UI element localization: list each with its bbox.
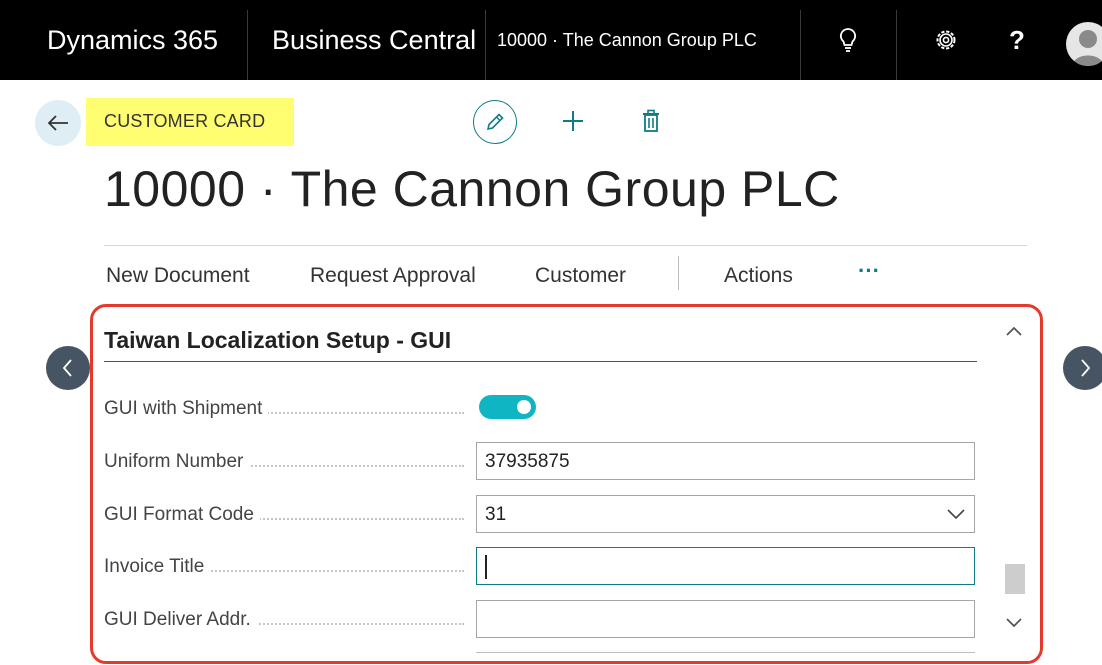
gui-format-code-select[interactable]: 31 xyxy=(476,495,975,533)
chevron-down-icon xyxy=(947,509,965,520)
new-button[interactable] xyxy=(558,106,588,136)
user-icon[interactable] xyxy=(1066,22,1102,66)
top-bar: Dynamics 365 Business Central 10000 · Th… xyxy=(0,0,1102,80)
uniform-number-label: Uniform Number xyxy=(104,451,464,473)
divider xyxy=(678,256,679,290)
lightbulb-icon[interactable] xyxy=(833,0,863,80)
chevron-up-icon xyxy=(1006,326,1022,336)
chevron-right-icon xyxy=(1081,359,1091,377)
page-title: 10000 · The Cannon Group PLC xyxy=(104,161,840,217)
divider xyxy=(800,10,801,80)
plus-icon xyxy=(563,111,583,131)
edit-button[interactable] xyxy=(473,100,517,144)
fasttab-title[interactable]: Taiwan Localization Setup - GUI xyxy=(104,327,451,354)
scrollbar-thumb[interactable] xyxy=(1005,564,1025,594)
next-record-button[interactable] xyxy=(1063,346,1102,390)
chevron-down-icon xyxy=(1006,618,1022,628)
back-button[interactable] xyxy=(35,100,81,146)
gui-format-code-value: 31 xyxy=(485,504,507,525)
scroll-down-button[interactable] xyxy=(1003,612,1025,634)
divider xyxy=(476,652,975,653)
chevron-left-icon xyxy=(62,359,72,377)
previous-record-button[interactable] xyxy=(46,346,90,390)
uniform-number-input[interactable]: 37935875 xyxy=(476,442,975,480)
delete-button[interactable] xyxy=(636,106,666,136)
action-customer[interactable]: Customer xyxy=(535,264,626,288)
company-record[interactable]: 10000 · The Cannon Group PLC xyxy=(497,0,757,80)
gui-deliver-addr-input[interactable] xyxy=(476,600,975,638)
trash-icon xyxy=(643,109,659,132)
pencil-icon xyxy=(486,113,504,131)
divider xyxy=(104,361,977,362)
action-actions[interactable]: Actions xyxy=(724,264,793,288)
arrow-left-icon xyxy=(47,115,68,131)
text-caret xyxy=(485,555,487,579)
invoice-title-label: Invoice Title xyxy=(104,556,464,578)
gui-deliver-addr-label: GUI Deliver Addr. xyxy=(104,609,464,631)
scroll-up-button[interactable] xyxy=(1003,320,1025,342)
app-name[interactable]: Dynamics 365 xyxy=(47,0,218,80)
gear-icon[interactable] xyxy=(930,0,962,80)
divider xyxy=(896,10,897,80)
action-request-approval[interactable]: Request Approval xyxy=(310,264,476,288)
divider xyxy=(104,245,1027,246)
page-caption: CUSTOMER CARD xyxy=(86,98,294,146)
gui-format-code-label: GUI Format Code xyxy=(104,504,464,526)
action-new-document[interactable]: New Document xyxy=(106,264,250,288)
more-actions-button[interactable]: ··· xyxy=(858,258,880,284)
help-icon[interactable]: ? xyxy=(1004,0,1030,80)
divider xyxy=(247,10,248,80)
divider xyxy=(485,10,486,80)
product-name[interactable]: Business Central xyxy=(272,0,476,80)
invoice-title-input[interactable] xyxy=(476,547,975,585)
gui-with-shipment-toggle[interactable] xyxy=(479,395,536,419)
gui-with-shipment-label: GUI with Shipment xyxy=(104,398,464,420)
